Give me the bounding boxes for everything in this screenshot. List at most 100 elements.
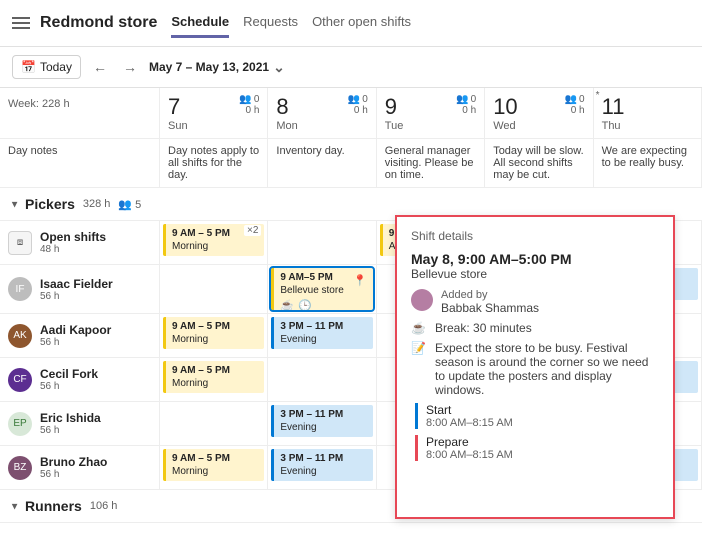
today-button[interactable]: 📅 Today — [12, 55, 81, 79]
avatar — [411, 289, 433, 311]
shift-card[interactable]: 3 PM – 11 PMEvening — [271, 449, 372, 481]
day-note[interactable]: Day notes apply to all shifts for the da… — [160, 139, 268, 188]
avatar: AK — [8, 324, 32, 348]
person-name: Bruno Zhao — [40, 455, 107, 469]
shift-time: 9 AM – 5 PM — [172, 364, 258, 377]
day-name: Sun — [168, 120, 259, 132]
shift-time: 3 PM – 11 PM — [280, 320, 366, 333]
person-cell[interactable]: BZ Bruno Zhao56 h — [0, 446, 160, 489]
cell[interactable] — [160, 265, 268, 313]
shift-label: Morning — [172, 240, 258, 253]
shift-card[interactable]: 3 PM – 11 PMEvening — [271, 317, 372, 349]
date-range-picker[interactable]: May 7 – May 13, 2021 — [149, 59, 285, 76]
group-name: Runners — [25, 498, 82, 514]
cell[interactable] — [268, 358, 376, 401]
day-header-tue[interactable]: 9 👥 00 h Tue — [377, 88, 485, 139]
people-icon: 👥 0 — [239, 94, 259, 105]
cell[interactable]: 📍 9 AM–5 PM Bellevue store ☕🕒 — [268, 265, 376, 313]
person-name: Cecil Fork — [40, 367, 98, 381]
cell[interactable]: 3 PM – 11 PMEvening — [268, 446, 376, 489]
people-icon: 👥 5 — [118, 198, 141, 211]
tab-other-open-shifts[interactable]: Other open shifts — [312, 8, 411, 38]
cell[interactable]: ×2 9 AM – 5 PM Morning — [160, 221, 268, 264]
person-cell[interactable]: EP Eric Ishida56 h — [0, 402, 160, 445]
break-icon: ☕ — [280, 299, 294, 313]
shift-time: 9 AM – 5 PM — [172, 452, 258, 465]
cell[interactable]: 9 AM – 5 PMMorning — [160, 446, 268, 489]
store-title: Redmond store — [40, 14, 157, 32]
cell[interactable]: 3 PM – 11 PMEvening — [268, 402, 376, 445]
day-number: 7 — [168, 94, 180, 120]
day-note[interactable]: Inventory day. — [268, 139, 376, 188]
people-icon: 👥 0 — [456, 94, 476, 105]
person-cell[interactable]: CF Cecil Fork56 h — [0, 358, 160, 401]
date-range-label: May 7 – May 13, 2021 — [149, 60, 269, 74]
person-name: Aadi Kapoor — [40, 323, 111, 337]
tab-schedule[interactable]: Schedule — [171, 8, 229, 38]
avatar: EP — [8, 412, 32, 436]
shift-time: 3 PM – 11 PM — [280, 452, 366, 465]
cell[interactable]: 9 AM – 5 PMMorning — [160, 314, 268, 357]
shift-card-selected[interactable]: 📍 9 AM–5 PM Bellevue store ☕🕒 — [271, 268, 372, 310]
day-number: 9 — [385, 94, 397, 120]
group-hours: 328 h — [83, 198, 111, 210]
activity-time: 8:00 AM–8:15 AM — [426, 449, 659, 461]
note-icon: 📝 — [411, 341, 427, 397]
day-notes-row: Day notes Day notes apply to all shifts … — [0, 139, 702, 188]
group-hours: 106 h — [90, 500, 118, 512]
shift-card[interactable]: 9 AM – 5 PMMorning — [163, 449, 264, 481]
day-header-mon[interactable]: 8 👥 00 h Mon — [268, 88, 376, 139]
day-number: 11 — [602, 94, 625, 120]
shift-label: Evening — [280, 421, 366, 434]
cell[interactable]: 3 PM – 11 PMEvening — [268, 314, 376, 357]
cell[interactable] — [160, 402, 268, 445]
hamburger-icon[interactable] — [12, 14, 30, 32]
person-name: Eric Ishida — [40, 411, 101, 425]
activity-name: Start — [426, 403, 659, 417]
tab-requests[interactable]: Requests — [243, 8, 298, 38]
people-icon: 👥 0 — [348, 94, 368, 105]
shift-time: 9 AM – 5 PM — [172, 320, 258, 333]
day-note[interactable]: Today will be slow. All second shifts ma… — [485, 139, 593, 188]
person-hours: 56 h — [40, 291, 113, 302]
activity-time: 8:00 AM–8:15 AM — [426, 417, 659, 429]
activity-start: Start 8:00 AM–8:15 AM — [415, 403, 659, 429]
shift-card[interactable]: 9 AM – 5 PMMorning — [163, 361, 264, 393]
person-hours: 56 h — [40, 337, 111, 348]
shift-label: Morning — [172, 377, 258, 390]
clock-icon: 🕒 — [298, 299, 312, 313]
shift-label: Morning — [172, 465, 258, 478]
break-text: Break: 30 minutes — [435, 321, 532, 335]
person-hours: 56 h — [40, 381, 98, 392]
toolbar: 📅 Today ← → May 7 – May 13, 2021 — [0, 47, 702, 88]
day-note[interactable]: We are expecting to be really busy. — [594, 139, 702, 188]
shift-label: Evening — [280, 465, 366, 478]
today-label: Today — [40, 60, 72, 74]
cell[interactable]: 9 AM – 5 PMMorning — [160, 358, 268, 401]
app-header: Redmond store Schedule Requests Other op… — [0, 0, 702, 47]
open-shifts-hours: 48 h — [40, 244, 106, 255]
day-header-thu[interactable]: * 11 Thu — [594, 88, 702, 139]
open-shifts-label: Open shifts — [40, 230, 106, 244]
cell[interactable] — [268, 221, 376, 264]
next-week-icon[interactable]: → — [119, 55, 141, 79]
shift-card[interactable]: 3 PM – 11 PMEvening — [271, 405, 372, 437]
day-name: Mon — [276, 120, 367, 132]
person-cell[interactable]: IF Isaac Fielder56 h — [0, 265, 160, 313]
day-number: 8 — [276, 94, 288, 120]
popup-title: Shift details — [411, 229, 659, 243]
day-header-wed[interactable]: 10 👥 00 h Wed — [485, 88, 593, 139]
shift-details-popup: Shift details May 8, 9:00 AM–5:00 PM Bel… — [395, 215, 675, 519]
avatar: IF — [8, 277, 32, 301]
day-header-sun[interactable]: 7 👥 00 h Sun — [160, 88, 268, 139]
avatar: BZ — [8, 456, 32, 480]
group-name: Pickers — [25, 196, 75, 212]
shift-card[interactable]: 9 AM – 5 PMMorning — [163, 317, 264, 349]
open-shifts-label-cell[interactable]: ⧈ Open shifts 48 h — [0, 221, 160, 264]
shift-label: Morning — [172, 333, 258, 346]
prev-week-icon[interactable]: ← — [89, 55, 111, 79]
popup-datetime: May 8, 9:00 AM–5:00 PM — [411, 251, 659, 267]
person-cell[interactable]: AK Aadi Kapoor56 h — [0, 314, 160, 357]
calendar-today-icon: 📅 — [21, 60, 36, 74]
day-note[interactable]: General manager visiting. Please be on t… — [377, 139, 485, 188]
